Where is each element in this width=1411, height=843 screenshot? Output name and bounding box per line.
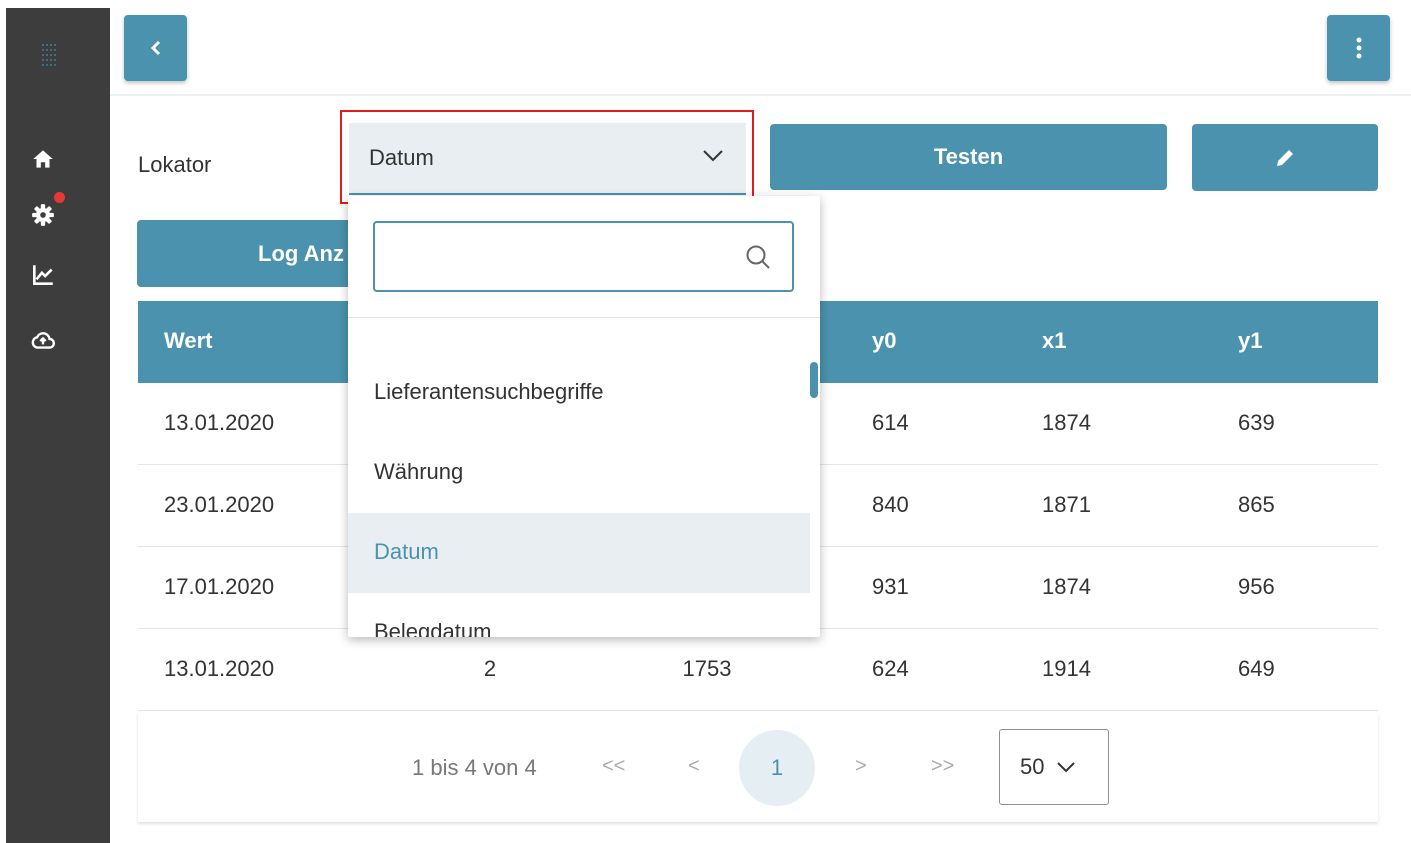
cell-y0: 624 bbox=[872, 656, 909, 681]
cell-x1: 1874 bbox=[1042, 574, 1091, 599]
cell-wert: 13.01.2020 bbox=[164, 410, 275, 435]
back-button[interactable] bbox=[124, 15, 187, 81]
cloud-upload-icon[interactable] bbox=[30, 327, 56, 353]
more-menu-button[interactable] bbox=[1327, 15, 1390, 81]
option-label: Währung bbox=[374, 459, 464, 484]
table-row[interactable]: 13.01.2020 2 1753 624 1914 649 bbox=[138, 629, 1378, 711]
edit-button[interactable] bbox=[1192, 124, 1378, 191]
cell-wert: 13.01.2020 bbox=[164, 656, 275, 681]
next-page-button[interactable]: > bbox=[855, 755, 867, 778]
cell-y0: 931 bbox=[872, 574, 909, 599]
dropdown-option-selected[interactable]: Datum bbox=[348, 513, 810, 593]
current-page-button[interactable]: 1 bbox=[739, 730, 815, 806]
lokator-select-value: Datum bbox=[369, 145, 434, 170]
dropdown-option[interactable]: Belegdatum bbox=[348, 593, 810, 637]
column-header-x1[interactable]: x1 bbox=[1042, 328, 1066, 354]
cell-y0: 614 bbox=[872, 410, 909, 435]
gear-icon[interactable] bbox=[30, 202, 56, 228]
page-size-value: 50 bbox=[1020, 754, 1045, 779]
chart-icon[interactable] bbox=[30, 262, 56, 288]
kebab-menu-icon bbox=[1356, 37, 1361, 59]
first-page-button[interactable]: << bbox=[602, 755, 625, 778]
search-icon bbox=[746, 245, 770, 269]
page-size-select[interactable]: 50 bbox=[999, 729, 1109, 805]
column-header-wert[interactable]: Wert bbox=[164, 328, 213, 354]
cell-col3: 1753 bbox=[682, 656, 732, 681]
dropdown-scrollbar-thumb[interactable] bbox=[810, 362, 818, 398]
cell-col2: 2 bbox=[483, 656, 497, 681]
last-page-button[interactable]: >> bbox=[931, 755, 954, 778]
cell-y1: 865 bbox=[1238, 492, 1275, 517]
column-header-y0[interactable]: y0 bbox=[872, 328, 896, 354]
pencil-icon bbox=[1277, 149, 1293, 166]
lokator-label: Lokator bbox=[138, 152, 212, 177]
cell-x1: 1871 bbox=[1042, 492, 1091, 517]
test-button[interactable]: Testen bbox=[770, 124, 1167, 190]
chevron-down-icon bbox=[703, 150, 723, 162]
home-icon[interactable] bbox=[30, 146, 56, 172]
cell-x1: 1874 bbox=[1042, 410, 1091, 435]
cell-y1: 956 bbox=[1238, 574, 1275, 599]
chevron-left-icon bbox=[150, 40, 160, 56]
prev-page-button[interactable]: < bbox=[688, 755, 700, 778]
chevron-down-icon bbox=[1057, 762, 1076, 773]
column-header-y1[interactable]: y1 bbox=[1238, 328, 1262, 354]
log-button[interactable]: Log Anz bbox=[137, 220, 352, 287]
cell-y1: 649 bbox=[1238, 656, 1275, 681]
dropdown-search-field[interactable] bbox=[373, 221, 794, 292]
option-label: Lieferantensuchbegriffe bbox=[374, 379, 604, 404]
lokator-select[interactable]: Datum bbox=[349, 123, 746, 195]
dropdown-options-list: Lieferantensuchbegriffe Währung Datum Be… bbox=[348, 318, 810, 637]
cell-y0: 840 bbox=[872, 492, 909, 517]
cell-y1: 639 bbox=[1238, 410, 1275, 435]
option-label: Belegdatum bbox=[374, 619, 492, 637]
option-label: Datum bbox=[374, 539, 439, 564]
lokator-dropdown-panel: Lieferantensuchbegriffe Währung Datum Be… bbox=[348, 196, 820, 637]
pagination-range-text: 1 bis 4 von 4 bbox=[412, 755, 537, 780]
pagination-footer: 1 bis 4 von 4 << < 1 > >> 50 bbox=[138, 712, 1378, 822]
sidebar bbox=[6, 8, 110, 843]
dropdown-option[interactable]: Lieferantensuchbegriffe bbox=[348, 353, 810, 433]
dropdown-option[interactable]: Währung bbox=[348, 433, 810, 513]
top-bar bbox=[110, 8, 1411, 96]
logo-icon bbox=[42, 44, 56, 66]
notification-badge bbox=[54, 192, 65, 203]
cell-x1: 1914 bbox=[1042, 656, 1091, 681]
cell-wert: 17.01.2020 bbox=[164, 574, 275, 599]
cell-wert: 23.01.2020 bbox=[164, 492, 275, 517]
